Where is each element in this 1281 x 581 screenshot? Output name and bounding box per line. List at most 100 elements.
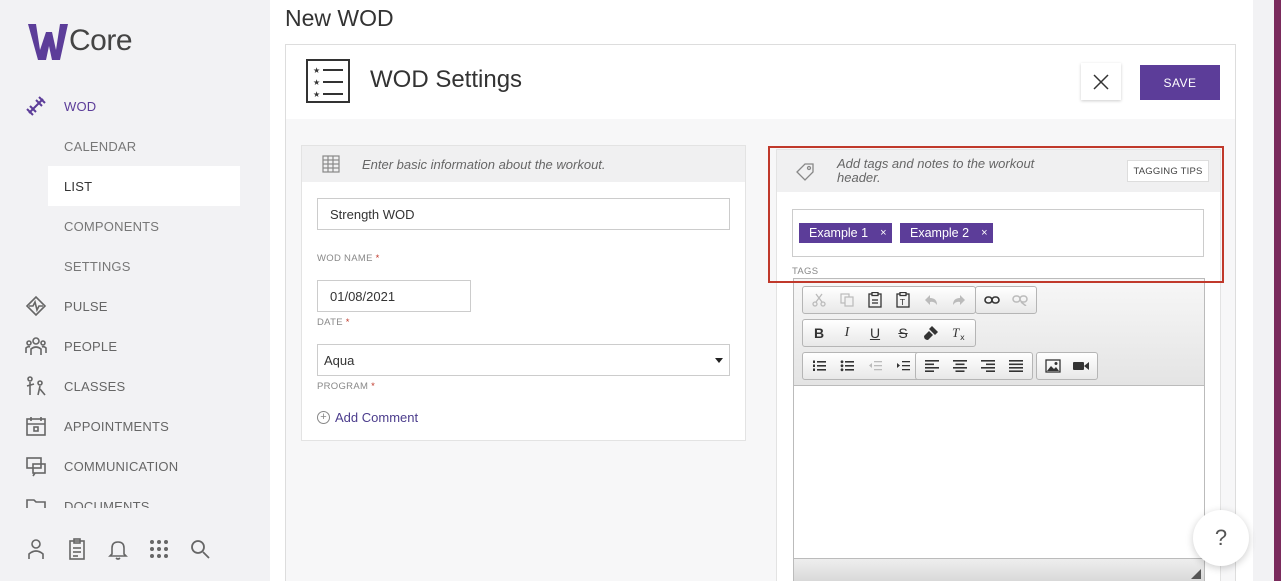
paragraph-group <box>802 352 920 380</box>
sidebar: Core WOD CALENDAR LIST COMPONENTS SETTIN… <box>0 0 270 581</box>
redo-icon[interactable] <box>945 288 973 312</box>
undo-icon[interactable] <box>917 288 945 312</box>
link-icon[interactable] <box>978 288 1006 312</box>
basic-info-header: Enter basic information about the workou… <box>302 146 745 182</box>
required-mark: * <box>345 317 350 328</box>
image-icon[interactable] <box>1039 354 1067 378</box>
close-icon <box>1093 73 1109 90</box>
clear-format-icon[interactable]: Tx <box>945 321 973 345</box>
profile-icon[interactable] <box>24 536 48 562</box>
editor-toolbar: T B I U S T x <box>794 279 1204 386</box>
clipboard-icon[interactable] <box>65 536 89 562</box>
format-group: B I U S Tx <box>802 319 976 347</box>
nav-item-documents[interactable]: DOCUMENTS <box>24 486 150 508</box>
align-right-icon[interactable] <box>974 354 1002 378</box>
nav-item-pulse[interactable]: PULSE <box>24 286 108 326</box>
tags-input[interactable]: Example 1 × Example 2 × <box>792 209 1204 257</box>
align-group <box>915 352 1033 380</box>
nav-item-classes[interactable]: CLASSES <box>24 366 125 406</box>
paste-icon[interactable] <box>861 288 889 312</box>
program-select-value: Aqua <box>324 352 355 368</box>
video-icon[interactable] <box>1067 354 1095 378</box>
search-icon[interactable] <box>188 536 212 562</box>
wod-name-input[interactable]: Strength WOD <box>317 198 730 230</box>
sidebar-item-list[interactable]: LIST <box>48 166 240 206</box>
sidebar-item-calendar[interactable]: CALENDAR <box>48 126 240 166</box>
outdent-icon[interactable] <box>861 354 889 378</box>
tags-header: Add tags and notes to the workout header… <box>777 150 1220 192</box>
remove-tag-icon[interactable]: × <box>880 227 886 239</box>
rich-text-editor: T B I U S T x <box>793 278 1205 581</box>
cut-icon[interactable] <box>805 288 833 312</box>
classes-icon <box>24 374 48 398</box>
nav-item-communication[interactable]: COMMUNICATION <box>24 446 178 486</box>
add-comment-link[interactable]: + Add Comment <box>317 410 418 425</box>
nav-item-wod[interactable]: WOD <box>24 86 96 126</box>
date-label: DATE * <box>317 317 350 328</box>
tag-icon <box>795 162 815 187</box>
tags-label: TAGS <box>792 266 819 277</box>
align-center-icon[interactable] <box>946 354 974 378</box>
table-icon <box>322 155 340 178</box>
page-title: New WOD <box>285 5 394 31</box>
sidebar-item-components[interactable]: COMPONENTS <box>48 206 240 246</box>
brush-icon[interactable] <box>917 321 945 345</box>
copy-icon[interactable] <box>833 288 861 312</box>
logo-text: Core <box>69 24 133 57</box>
program-select[interactable]: Aqua <box>317 344 730 376</box>
align-left-icon[interactable] <box>918 354 946 378</box>
italic-button[interactable]: I <box>833 321 861 345</box>
program-label: PROGRAM * <box>317 381 375 392</box>
link-group <box>975 286 1037 314</box>
unlink-icon[interactable] <box>1006 288 1034 312</box>
folder-icon <box>24 494 48 508</box>
nav-item-people[interactable]: PEOPLE <box>24 326 117 366</box>
tagging-tips-button[interactable]: TAGGING TIPS <box>1127 160 1209 182</box>
apps-grid-icon[interactable] <box>147 536 171 562</box>
tag-chip: Example 1 × <box>799 223 892 243</box>
help-button[interactable]: ? <box>1193 510 1249 566</box>
save-button[interactable]: SAVE <box>1140 65 1220 100</box>
nav-label-pulse: PULSE <box>64 298 108 314</box>
svg-text:T: T <box>952 325 960 340</box>
pulse-icon <box>24 294 48 318</box>
card-title: WOD Settings <box>370 66 523 93</box>
remove-tag-icon[interactable]: × <box>981 227 987 239</box>
window-edge <box>1274 0 1281 581</box>
date-input[interactable]: 01/08/2021 <box>317 280 471 312</box>
paste-text-icon[interactable]: T <box>889 288 917 312</box>
tag-label: Example 2 <box>910 226 970 240</box>
svg-text:x: x <box>960 333 965 341</box>
plus-circle-icon: + <box>317 411 330 424</box>
tags-panel: Add tags and notes to the workout header… <box>776 149 1221 581</box>
bullet-list-icon[interactable] <box>833 354 861 378</box>
svg-text:★: ★ <box>313 78 320 87</box>
clipboard-group: T <box>802 286 976 314</box>
strikethrough-button[interactable]: S <box>889 321 917 345</box>
nav-label-wod: WOD <box>64 98 97 114</box>
logo-mark-icon <box>28 24 68 60</box>
required-mark: * <box>375 253 380 264</box>
sidebar-item-settings[interactable]: SETTINGS <box>48 246 240 286</box>
nav-item-appointments[interactable]: APPOINTMENTS <box>24 406 169 446</box>
caret-down-icon <box>715 358 723 363</box>
align-justify-icon[interactable] <box>1002 354 1030 378</box>
indent-icon[interactable] <box>889 354 917 378</box>
tag-chip: Example 2 × <box>900 223 993 243</box>
sidebar-bottom-bar <box>24 536 212 562</box>
date-label-text: DATE <box>317 317 343 328</box>
resize-handle-icon[interactable] <box>1191 569 1201 579</box>
bell-icon[interactable] <box>106 536 130 562</box>
editor-footer <box>794 558 1204 581</box>
bold-button[interactable]: B <box>805 321 833 345</box>
underline-button[interactable]: U <box>861 321 889 345</box>
numbered-list-icon[interactable] <box>805 354 833 378</box>
calendar-icon <box>24 414 48 438</box>
program-label-text: PROGRAM <box>317 381 369 392</box>
main-content: New WOD ★ ★ ★ WOD Settings SAVE Enter basi… <box>270 0 1253 581</box>
dumbbell-icon <box>24 94 48 118</box>
tag-label: Example 1 <box>809 226 869 240</box>
close-button[interactable] <box>1081 63 1121 100</box>
checklist-icon: ★ ★ ★ <box>306 59 350 103</box>
logo[interactable]: Core <box>26 20 133 62</box>
